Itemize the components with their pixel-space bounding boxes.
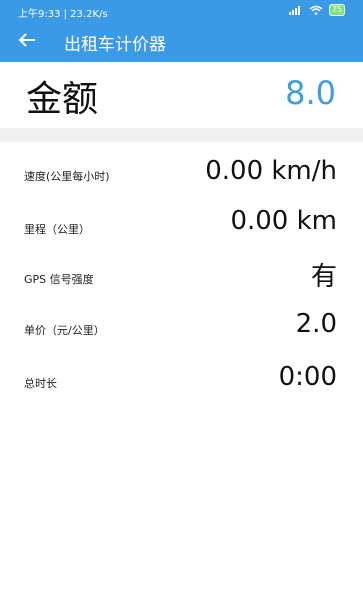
status-bar: 上午9:33 | 23.2K/s 75 <box>0 0 363 22</box>
battery-icon: 75 <box>328 4 345 16</box>
speed-label: 速度(公里每小时) <box>24 170 110 183</box>
status-time-network: 上午9:33 | 23.2K/s <box>18 9 108 20</box>
fare-label: 金额 <box>26 79 99 120</box>
duration-row: 总时长 0:00 <box>0 362 363 402</box>
gps-row: GPS 信号强度 有 <box>0 256 363 296</box>
gps-label: GPS 信号强度 <box>24 273 94 286</box>
section-divider <box>0 128 363 142</box>
price-label: 单价（元/公里） <box>24 324 105 337</box>
speed-value: 0.00 km/h <box>205 156 337 186</box>
speed-row: 速度(公里每小时) 0.00 km/h <box>0 156 363 196</box>
price-row: 单价（元/公里） 2.0 <box>0 309 363 349</box>
price-value: 2.0 <box>295 309 337 339</box>
back-arrow-icon <box>18 32 36 52</box>
back-button[interactable] <box>12 27 42 57</box>
battery-level: 75 <box>331 5 342 14</box>
duration-value: 0:00 <box>278 362 337 392</box>
distance-value: 0.00 km <box>230 206 337 236</box>
signal-icon <box>288 5 303 15</box>
fare-value: 8.0 <box>285 74 336 112</box>
gps-value: 有 <box>310 262 337 292</box>
distance-row: 里程（公里） 0.00 km <box>0 206 363 246</box>
duration-label: 总时长 <box>24 377 57 390</box>
toolbar: 出租车计价器 <box>0 22 363 62</box>
page-title: 出租车计价器 <box>64 34 166 55</box>
fare-row: 金额 8.0 <box>0 62 363 128</box>
distance-label: 里程（公里） <box>24 223 90 236</box>
wifi-icon <box>309 5 323 15</box>
status-icons: 75 <box>288 4 345 16</box>
app-header: 上午9:33 | 23.2K/s 75 出租车计价器 <box>0 0 363 62</box>
